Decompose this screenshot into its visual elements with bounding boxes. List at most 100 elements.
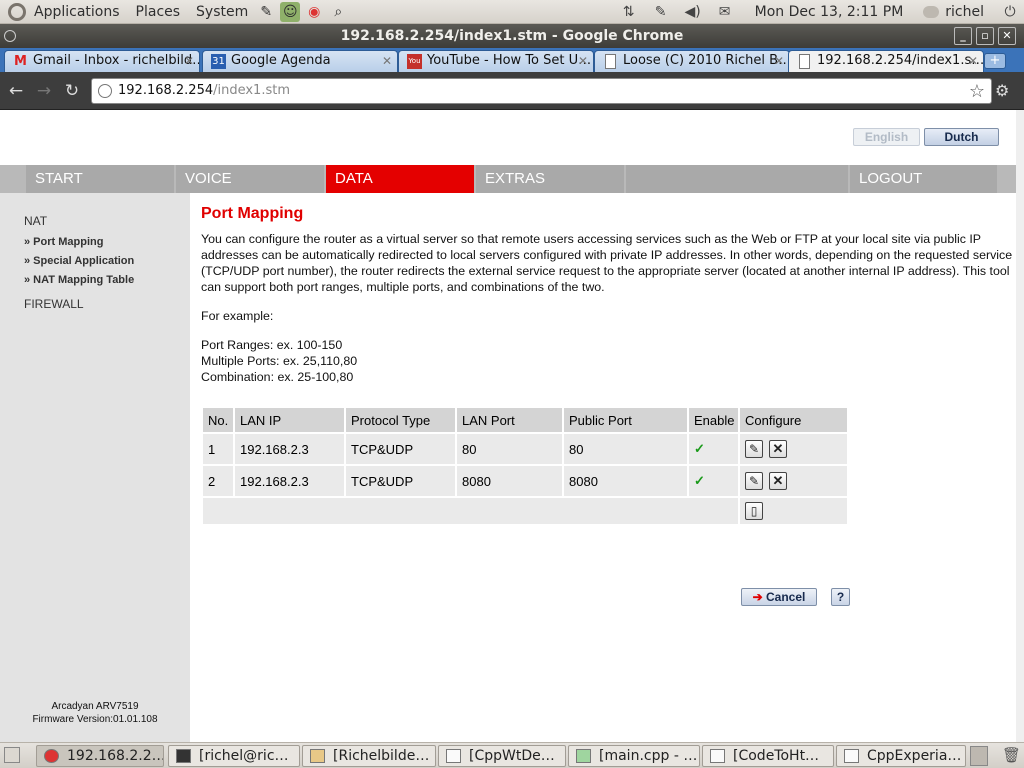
network-icon[interactable]: ⇅ (613, 4, 645, 20)
gimp-launcher-icon[interactable]: ☺ (280, 1, 301, 22)
nav-spacer (626, 165, 848, 193)
chrome-icon (44, 749, 59, 763)
empty-cell (201, 496, 740, 526)
tab-google-agenda[interactable]: 31 Google Agenda ✕ (202, 50, 398, 72)
cancel-button[interactable]: ➔ Cancel (741, 588, 817, 606)
example-combination: Combination: ex. 25-100,80 (201, 370, 354, 384)
trash-icon[interactable]: 🗑 (1002, 746, 1021, 764)
task-cppexperia[interactable]: CppExperia… (836, 745, 966, 767)
lan-ip: 192.168.2.3 (233, 432, 346, 466)
task-label: 192.168.2.2… (67, 748, 164, 764)
search-launcher-icon[interactable]: ⌕ (328, 2, 348, 22)
device-model: Arcadyan ARV7519 (51, 701, 139, 712)
sidebar-item-nat-mapping-table[interactable]: » NAT Mapping Table (24, 274, 134, 286)
window-menu-icon[interactable] (4, 30, 16, 42)
close-tab-icon[interactable]: ✕ (382, 51, 392, 71)
table-row: 1 192.168.2.3 TCP&UDP 80 80 ✓ ✎ ✕ (201, 432, 849, 466)
page-scrollbar[interactable] (1016, 110, 1024, 742)
enabled-check-icon: ✓ (694, 473, 705, 488)
task-main-cpp[interactable]: [main.cpp - … (568, 745, 700, 767)
minimize-button[interactable]: _ (954, 27, 972, 45)
power-icon[interactable]: ⏻ (996, 4, 1024, 20)
top-panel: Applications Places System ✎ ☺ ◉ ⌕ ⇅ ✎ ◀… (0, 0, 1024, 24)
configure-cell: ✎ ✕ (738, 464, 849, 498)
task-chrome[interactable]: 192.168.2.2… (36, 745, 164, 767)
tab-label: YouTube - How To Set U… (427, 53, 592, 68)
address-bar[interactable]: 192.168.2.254/index1.stm ☆ (91, 78, 992, 104)
task-terminal[interactable]: [richel@ric… (168, 745, 300, 767)
close-tab-icon[interactable]: ✕ (184, 51, 194, 71)
new-tab-button[interactable]: + (984, 53, 1006, 69)
row-number: 2 (201, 464, 235, 498)
tab-strip: M Gmail - Inbox - richelbild… ✕ 31 Googl… (0, 48, 1024, 73)
chrome-launcher-icon[interactable]: ◉ (304, 2, 324, 22)
show-desktop-icon[interactable] (4, 747, 20, 763)
volume-icon[interactable]: ◀) (677, 4, 709, 20)
dutch-button[interactable]: Dutch (924, 128, 999, 146)
reload-icon[interactable]: ↻ (62, 81, 82, 101)
notes-icon[interactable]: ✎ (645, 4, 677, 20)
nav-data[interactable]: DATA (326, 165, 474, 193)
edit-icon[interactable]: ✎ (745, 440, 763, 458)
forward-icon[interactable]: → (34, 81, 54, 101)
bookmark-star-icon[interactable]: ☆ (969, 80, 985, 104)
nav-voice[interactable]: VOICE (176, 165, 324, 193)
ide-icon (576, 749, 591, 763)
task-label: [richel@ric… (199, 748, 289, 764)
public-port: 8080 (562, 464, 689, 498)
task-codetoht[interactable]: [CodeToHt… (702, 745, 834, 767)
text-editor-launcher-icon[interactable]: ✎ (256, 2, 276, 22)
edit-icon[interactable]: ✎ (745, 472, 763, 490)
tab-label: Google Agenda (231, 53, 331, 68)
workspace-switcher-icon[interactable] (970, 746, 988, 766)
tab-gmail[interactable]: M Gmail - Inbox - richelbild… ✕ (4, 50, 200, 72)
lan-port: 80 (455, 432, 564, 466)
english-button[interactable]: English (853, 128, 920, 146)
tab-youtube[interactable]: You YouTube - How To Set U… ✕ (398, 50, 594, 72)
nav-logout[interactable]: LOGOUT (850, 165, 997, 193)
help-button[interactable]: ? (831, 588, 850, 606)
places-menu[interactable]: Places (128, 4, 189, 20)
tab-label: Loose (C) 2010 Richel B… (623, 53, 790, 68)
tab-router[interactable]: 192.168.2.254/index1.s… ✕ (788, 50, 984, 73)
terminal-icon (176, 749, 191, 763)
close-tab-icon[interactable]: ✕ (774, 51, 784, 71)
nav-start[interactable]: START (26, 165, 174, 193)
page-info-icon[interactable] (98, 84, 112, 98)
column-header: Configure (738, 406, 849, 434)
task-file-manager[interactable]: [Richelbilde… (302, 745, 436, 767)
clock[interactable]: Mon Dec 13, 2:11 PM (741, 4, 918, 20)
sidebar-item-port-mapping[interactable]: » Port Mapping (24, 236, 103, 248)
port-mapping-table: No. LAN IP Protocol Type LAN Port Public… (201, 406, 849, 526)
close-window-button[interactable]: ✕ (998, 27, 1016, 45)
close-tab-icon[interactable]: ✕ (968, 51, 978, 71)
tab-loose[interactable]: Loose (C) 2010 Richel B… ✕ (594, 50, 790, 72)
close-tab-icon[interactable]: ✕ (578, 51, 588, 71)
task-label: CppExperia… (867, 748, 962, 764)
delete-icon[interactable]: ✕ (769, 472, 787, 490)
protocol-type: TCP&UDP (344, 464, 457, 498)
wrench-menu-icon[interactable]: ⚙ (995, 81, 1009, 100)
ubuntu-logo-icon[interactable] (8, 2, 26, 21)
window-icon (844, 749, 859, 763)
arrow-right-icon: ➔ (752, 590, 763, 604)
window-titlebar: 192.168.2.254/index1.stm - Google Chrome… (0, 24, 1024, 48)
applications-menu[interactable]: Applications (26, 4, 128, 20)
task-cppwtde[interactable]: [CppWtDe… (438, 745, 566, 767)
add-cell: ▯ (738, 496, 849, 526)
add-entry-icon[interactable]: ▯ (745, 502, 763, 520)
sidebar-group-nat[interactable]: NAT (24, 214, 47, 228)
sidebar-item-special-application[interactable]: » Special Application (24, 255, 134, 267)
maximize-button[interactable]: ▫ (976, 27, 994, 45)
nav-extras[interactable]: EXTRAS (476, 165, 624, 193)
system-menu[interactable]: System (188, 4, 256, 20)
chat-status-icon (923, 6, 940, 18)
delete-icon[interactable]: ✕ (769, 440, 787, 458)
user-menu[interactable]: richel (917, 4, 996, 20)
tab-label: 192.168.2.254/index1.s… (817, 53, 984, 68)
task-label: [CodeToHt… (733, 748, 820, 764)
sidebar-group-firewall[interactable]: FIREWALL (24, 297, 84, 311)
example-port-ranges: Port Ranges: ex. 100-150 (201, 338, 343, 352)
mail-icon[interactable]: ✉ (709, 4, 741, 20)
back-icon[interactable]: ← (6, 81, 26, 101)
